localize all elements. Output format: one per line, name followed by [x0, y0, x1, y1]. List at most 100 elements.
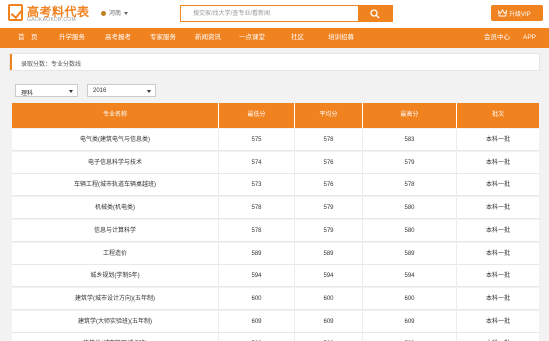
- cell-batch: 本科一批: [457, 333, 539, 341]
- nav-item-app[interactable]: APP: [523, 28, 536, 48]
- table-row: 电子信息科学与技术 574 576 579 本科一批: [12, 151, 539, 174]
- nav-item-home[interactable]: 首 页: [18, 28, 38, 48]
- location-pin-icon: [101, 10, 106, 16]
- table-header: 专业名称 最低分 平均分 最高分 批次: [12, 103, 539, 128]
- table-row: 车辆工程(城市轨道车辆桌越班) 573 576 578 本科一批: [12, 174, 539, 197]
- location-label: 河南: [109, 11, 122, 17]
- cell-max-score: 594: [363, 265, 457, 288]
- table-row: 建筑学(城市设计方向)(五年制) 600 600 600 本科一批: [12, 287, 539, 310]
- nav-item-exam-application[interactable]: 高考报考: [105, 28, 131, 48]
- search-box: [180, 5, 393, 22]
- logo-subtitle: GAOKAOKDB.COM: [27, 17, 76, 23]
- cell-batch: 本科一批: [485, 295, 510, 302]
- upgrade-vip-button[interactable]: 升级VIP: [491, 5, 543, 21]
- cell-min-score: 609: [219, 310, 295, 333]
- site-logo[interactable]: 高考料代表 GAOKAOKDB.COM: [8, 3, 89, 25]
- nav-item-classroom[interactable]: 一点课堂: [239, 28, 265, 48]
- cell-max-score: 583: [363, 129, 457, 151]
- cell-major: 电气类(建筑电气与信息类): [12, 129, 219, 151]
- table-row: 建筑类(城市管理试点班)582582582本科一批: [12, 333, 539, 341]
- vip-label: 升级VIP: [509, 12, 531, 18]
- cell-batch: 本科一批: [485, 205, 510, 212]
- category-select-value: 理科: [21, 91, 34, 97]
- cell-avg-score: 579: [295, 197, 363, 220]
- cell-batch: 本科一批: [485, 318, 510, 325]
- cell-max-score: 609: [363, 310, 457, 333]
- cell-avg-score: 579: [295, 219, 363, 242]
- cell-min-score: 578: [219, 197, 295, 220]
- cell-major: 电子信息科学与技术: [12, 151, 219, 174]
- cell-avg-score: 600: [295, 287, 363, 310]
- breadcrumb-accent-bar: [10, 54, 12, 70]
- cell-avg-score: 576: [295, 151, 363, 174]
- cell-batch: 本科一批: [485, 137, 510, 143]
- top-header: 高考料代表 GAOKAOKDB.COM 河南 升级VIP: [0, 0, 549, 28]
- table-row: 机械类(机电类) 578 579 580 本科一批: [12, 197, 539, 220]
- cell-major: 城乡规划(学制5年): [12, 265, 219, 288]
- cell-max-score: 589: [363, 242, 457, 265]
- column-header-major: 专业名称: [12, 103, 219, 128]
- cell-avg-score: 578: [295, 129, 363, 151]
- cell-major: 建筑学(大师实验班)(五年制): [12, 310, 219, 333]
- cell-major: 工程造价: [12, 242, 219, 265]
- location-selector[interactable]: 河南: [101, 8, 129, 17]
- table-row: 城乡规划(学制5年) 594 594 594 本科一批: [12, 265, 539, 288]
- cell-max-score: 580: [363, 219, 457, 242]
- cell-max-score: 578: [363, 174, 457, 197]
- cell-batch: 本科一批: [485, 250, 510, 257]
- nav-item-training[interactable]: 培训招募: [328, 28, 354, 48]
- cell-major: 机械类(机电类): [12, 197, 219, 220]
- cell-avg-score: 609: [295, 310, 363, 333]
- crown-icon: [498, 9, 507, 17]
- chevron-down-icon: [124, 11, 129, 15]
- nav-item-news[interactable]: 新闻资讯: [195, 28, 221, 48]
- table-row: 电气类(建筑电气与信息类) 575 578 583 本科一批: [12, 129, 539, 151]
- cell-avg-score: 582: [295, 333, 363, 341]
- cell-max-score: 582: [363, 333, 457, 341]
- cell-major: 建筑学(城市设计方向)(五年制): [12, 287, 219, 310]
- nav-item-admission-service[interactable]: 升学服务: [59, 28, 85, 48]
- year-select-value: 2016: [93, 88, 107, 94]
- cell-avg-score: 589: [295, 242, 363, 265]
- cell-major: 信息与计算科学: [12, 219, 219, 242]
- cell-min-score: 574: [219, 151, 295, 174]
- search-button[interactable]: [358, 6, 392, 21]
- table-row: 信息与计算科学 578 579 580 本科一批: [12, 219, 539, 242]
- cell-min-score: 575: [219, 129, 295, 151]
- breadcrumb-text: 录取分数：专业分数线: [21, 62, 82, 68]
- chevron-down-icon: [69, 90, 73, 93]
- year-select[interactable]: 2016: [87, 84, 156, 97]
- nav-item-community[interactable]: 社区: [291, 28, 304, 48]
- search-icon: [370, 9, 380, 19]
- cell-min-score: 589: [219, 242, 295, 265]
- cell-min-score: 600: [219, 287, 295, 310]
- column-header-min-score: 最低分: [219, 103, 295, 128]
- cell-max-score: 580: [363, 197, 457, 220]
- column-header-max-score: 最高分: [363, 103, 457, 128]
- cell-min-score: 594: [219, 265, 295, 288]
- cell-batch: 本科一批: [485, 182, 510, 189]
- nav-item-member-center[interactable]: 会员中心: [484, 28, 510, 48]
- cell-major: 车辆工程(城市轨道车辆桌越班): [12, 174, 219, 197]
- column-header-batch: 批次: [491, 112, 504, 118]
- cell-max-score: 579: [363, 151, 457, 174]
- table-row: 工程造价 589 589 589 本科一批: [12, 242, 539, 265]
- cell-batch: 本科一批: [485, 227, 510, 234]
- category-select[interactable]: 理科: [15, 84, 78, 97]
- main-nav: 首 页 升学服务 高考报考 专家服务 新闻资讯 一点课堂 社区 培训招募 会员中…: [0, 28, 549, 48]
- cell-min-score: 578: [219, 219, 295, 242]
- cell-min-score: 573: [219, 174, 295, 197]
- cell-max-score: 600: [363, 287, 457, 310]
- cell-min-score: 582: [219, 333, 295, 341]
- breadcrumb: 录取分数：专业分数线: [9, 53, 540, 71]
- checkmark-box-icon: [8, 4, 23, 21]
- column-header-avg-score: 平均分: [295, 103, 363, 128]
- nav-item-expert-service[interactable]: 专家服务: [150, 28, 176, 48]
- cell-avg-score: 576: [295, 174, 363, 197]
- cell-avg-score: 594: [295, 265, 363, 288]
- search-input[interactable]: [181, 6, 361, 21]
- cell-major: 建筑类(城市管理试点班): [12, 333, 219, 341]
- table-row: 建筑学(大师实验班)(五年制) 609 609 609 本科一批: [12, 310, 539, 333]
- cell-batch: 本科一批: [485, 273, 510, 280]
- chevron-down-icon: [147, 90, 151, 93]
